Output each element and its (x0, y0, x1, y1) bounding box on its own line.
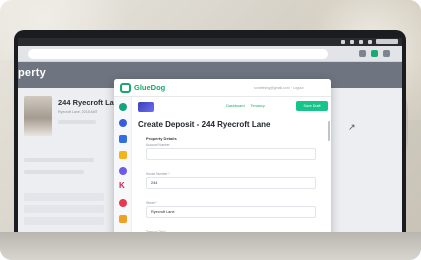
save-draft-button[interactable]: Save Draft (296, 101, 328, 111)
battery-icon[interactable] (350, 40, 354, 44)
hero-image: perty 244 Ryecroft La Ryecroft Lane, 201… (0, 0, 421, 260)
menubar-status-icons (341, 39, 372, 45)
laptop: perty 244 Ryecroft La Ryecroft Lane, 201… (14, 30, 406, 260)
popup-header: GlueDog something@gmail.com · Logout (114, 79, 331, 97)
table-row (24, 193, 104, 201)
gluedog-extension-icon[interactable] (371, 50, 378, 57)
background-table (24, 193, 104, 229)
top-links: Dashboard Tenancy (226, 104, 265, 108)
k-icon[interactable]: K (119, 181, 125, 190)
desk-surface (0, 232, 421, 260)
profile-icon[interactable] (383, 50, 390, 57)
target-icon[interactable] (119, 199, 127, 207)
property-subtitle: Ryecroft Lane, 2018 AMT (58, 110, 98, 114)
table-row (24, 205, 104, 213)
property-photo (24, 96, 52, 136)
dashboard-link[interactable]: Dashboard (226, 104, 245, 108)
placeholder-line (24, 158, 94, 162)
extension-icon[interactable] (359, 50, 366, 57)
background-app-title: perty (18, 67, 46, 79)
street-label: Street * (146, 201, 157, 205)
section-title: Property Details (146, 136, 177, 141)
house-number-label: House Number * (146, 172, 170, 176)
pencil-icon[interactable] (119, 151, 127, 159)
control-center-icon[interactable] (368, 40, 372, 44)
address-bar[interactable] (28, 49, 328, 59)
account-number-label: Account Number (146, 143, 170, 147)
placeholder-line (58, 120, 96, 124)
arrows-icon[interactable] (119, 135, 127, 143)
laptop-screen: perty 244 Ryecroft La Ryecroft Lane, 201… (18, 38, 402, 260)
account-number-field[interactable] (146, 148, 316, 160)
brand-name: GlueDog (134, 83, 166, 92)
house-number-field[interactable]: 244 (146, 177, 316, 189)
property-title: 244 Ryecroft La (58, 98, 114, 107)
page-title: Create Deposit - 244 Ryecroft Lane (138, 120, 271, 129)
browser-toolbar (18, 46, 402, 62)
home-icon[interactable] (119, 215, 127, 223)
placeholder-line (24, 170, 84, 174)
street-field[interactable]: Ryecroft Lane (146, 206, 316, 218)
agency-logo (138, 102, 154, 112)
pin-icon[interactable]: ↗ (348, 122, 356, 133)
extension-icons (359, 50, 390, 57)
search-icon[interactable] (359, 40, 363, 44)
circle-teal-icon[interactable] (119, 103, 127, 111)
gluedog-logo-icon (120, 83, 131, 93)
tenancy-link[interactable]: Tenancy (251, 104, 265, 108)
os-menubar (18, 38, 402, 46)
menubar-clock (376, 39, 398, 44)
scrollbar[interactable] (328, 121, 330, 141)
table-row (24, 217, 104, 225)
globe-icon[interactable] (119, 119, 127, 127)
wifi-icon[interactable] (341, 40, 345, 44)
user-email[interactable]: something@gmail.com · Logout (254, 86, 303, 90)
graph-icon[interactable] (119, 167, 127, 175)
